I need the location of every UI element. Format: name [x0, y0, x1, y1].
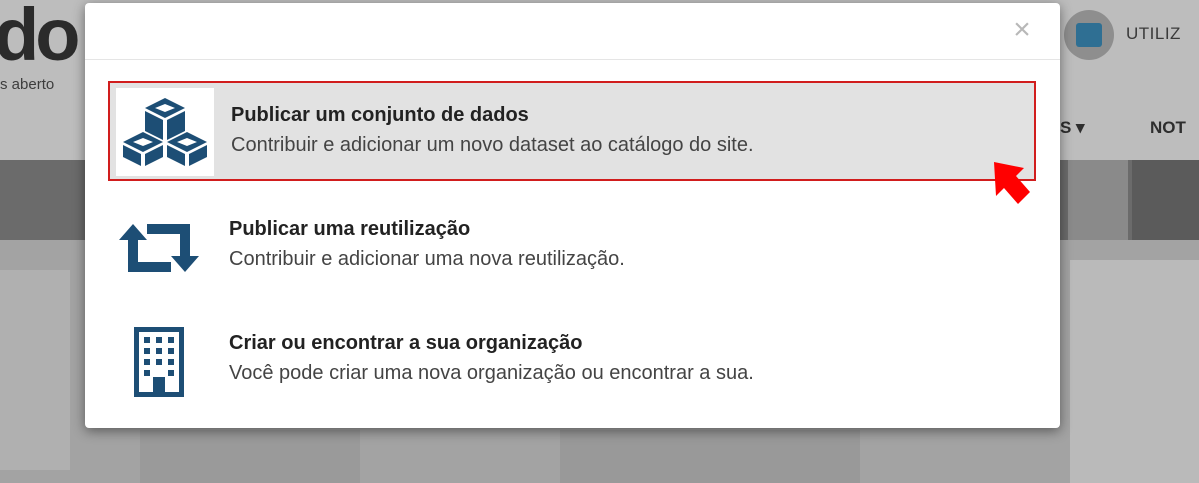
- user-menu-label: UTILIZ: [1126, 24, 1181, 43]
- hero-decoration: [1132, 160, 1199, 240]
- hero-decoration: [1068, 160, 1128, 240]
- option-description: Contribuir e adicionar um novo dataset a…: [231, 134, 754, 156]
- nav-item-dropdown: S ▾: [1060, 118, 1085, 137]
- building-icon: [116, 319, 202, 405]
- close-button[interactable]: ×: [1007, 13, 1037, 47]
- modal-header: ×: [85, 3, 1060, 60]
- cubes-icon: [116, 88, 214, 176]
- option-title: Publicar um conjunto de dados: [231, 104, 529, 126]
- site-tagline: s aberto: [0, 76, 55, 93]
- option-publish-reuse[interactable]: Publicar uma reutilização Contribuir e a…: [108, 197, 1036, 297]
- site-logo: do: [0, 0, 80, 76]
- option-description: Contribuir e adicionar uma nova reutiliz…: [229, 248, 625, 270]
- nav-item-news: NOT: [1150, 118, 1186, 137]
- option-create-organization[interactable]: Criar ou encontrar a sua organização Voc…: [108, 311, 1036, 411]
- option-publish-dataset[interactable]: Publicar um conjunto de dados Contribuir…: [108, 81, 1036, 181]
- user-avatar: [1064, 10, 1114, 60]
- retweet-icon: [116, 205, 202, 291]
- publish-modal: × Publicar um conjunto de dados Contribu…: [85, 3, 1060, 428]
- annotation-arrow-icon: [994, 162, 1030, 204]
- option-title: Criar ou encontrar a sua organização: [229, 332, 583, 354]
- option-description: Você pode criar uma nova organização ou …: [229, 362, 754, 384]
- option-title: Publicar uma reutilização: [229, 218, 471, 240]
